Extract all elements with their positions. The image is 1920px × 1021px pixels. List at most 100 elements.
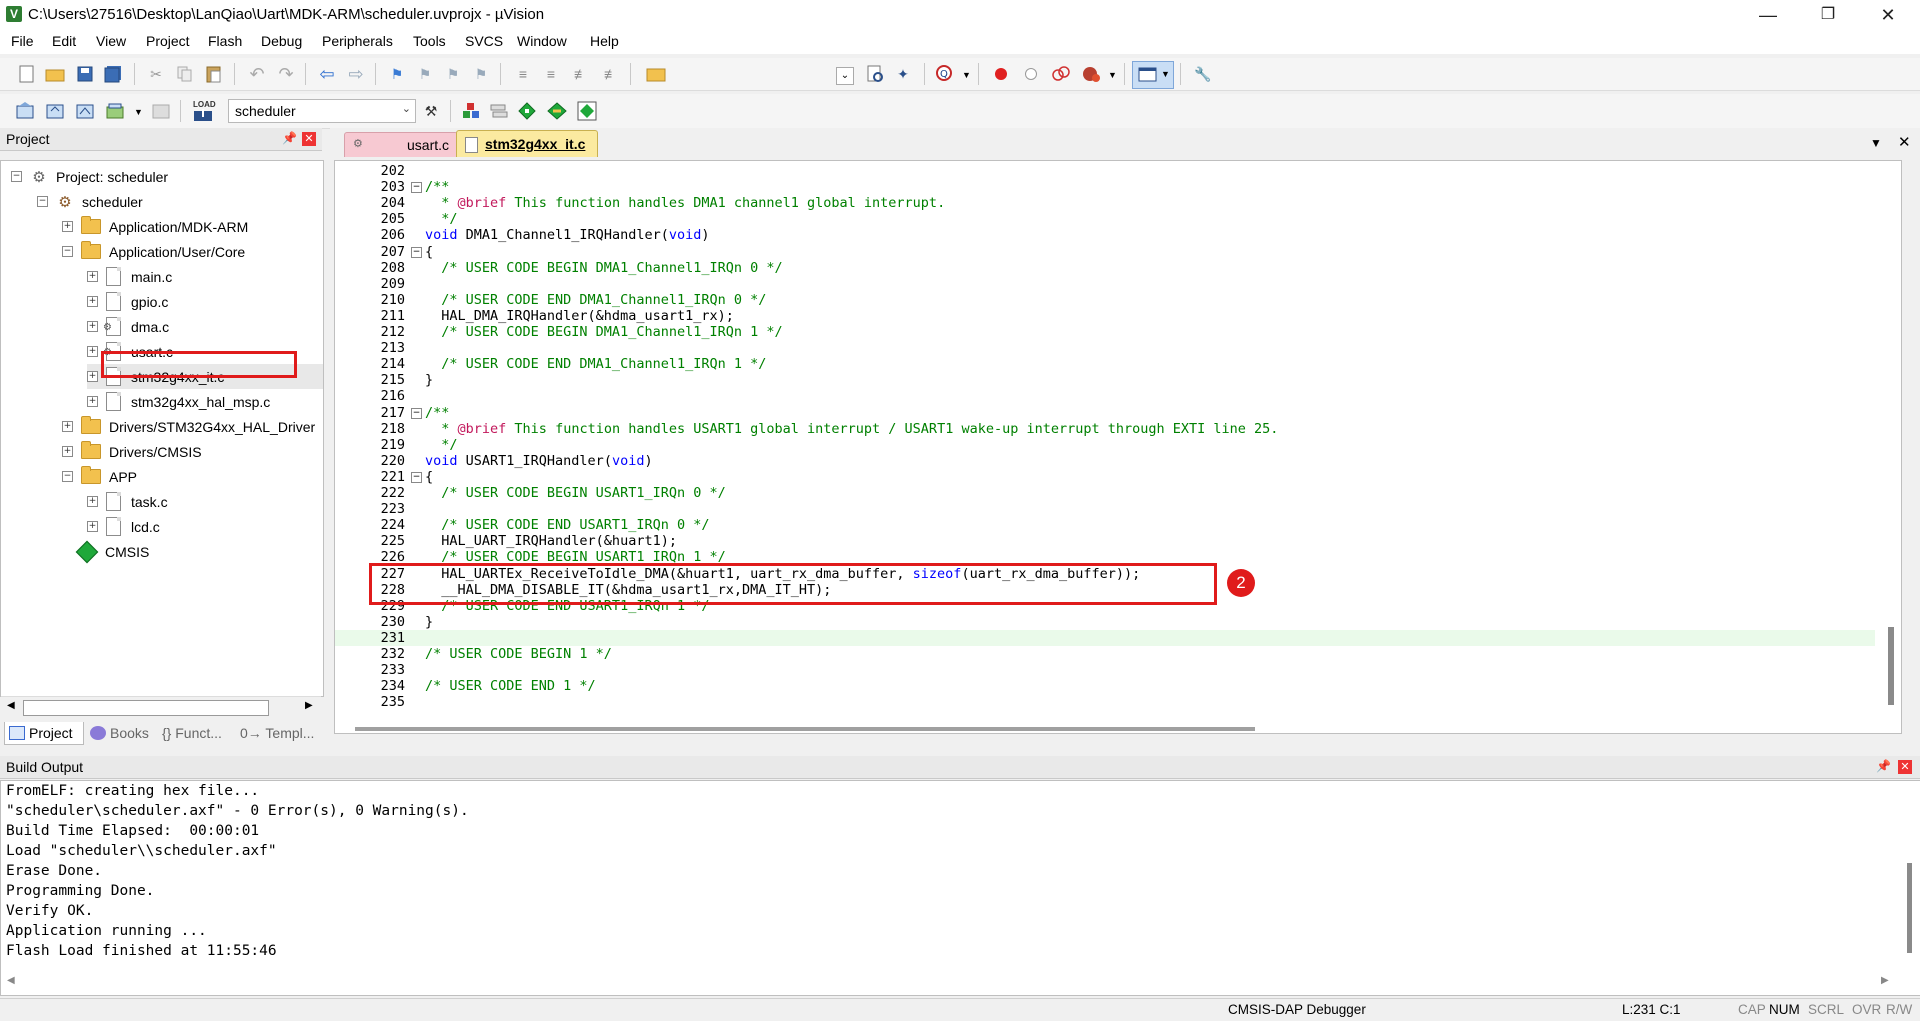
expand-icon[interactable]: + (87, 296, 98, 307)
pin-icon[interactable]: 📌 (1876, 759, 1891, 773)
enable-breakpoint-icon[interactable] (1020, 63, 1042, 85)
menu-view[interactable]: View (96, 33, 126, 49)
menu-peripherals[interactable]: Peripherals (322, 33, 393, 49)
comment-icon[interactable]: ≢ (570, 63, 592, 85)
tab-functions[interactable]: {} Funct... (162, 722, 238, 744)
code-line[interactable]: 206 void DMA1_Channel1_IRQHandler(void) (335, 227, 1875, 243)
menu-help[interactable]: Help (590, 33, 619, 49)
menu-svcs[interactable]: SVCS (465, 33, 503, 49)
expand-icon[interactable]: + (87, 371, 98, 382)
menu-flash[interactable]: Flash (208, 33, 242, 49)
code-line[interactable]: 211 HAL_DMA_IRQHandler(&hdma_usart1_rx); (335, 308, 1875, 324)
breakpoint-dropdown-icon[interactable]: ▼ (1108, 70, 1117, 80)
collapse-icon[interactable]: − (11, 171, 22, 182)
tab-books[interactable]: Books (86, 722, 156, 744)
code-line[interactable]: 212 /* USER CODE BEGIN DMA1_Channel1_IRQ… (335, 324, 1875, 340)
find-combo-dropdown[interactable]: ⌄ (836, 67, 854, 85)
disable-all-breakpoints-icon[interactable] (1050, 63, 1072, 85)
pack-installer-icon[interactable] (576, 100, 598, 122)
debug-dropdown-icon[interactable]: ▼ (962, 70, 971, 80)
download-load-icon[interactable]: LOAD (190, 100, 216, 124)
close-panel-icon[interactable]: ✕ (1898, 760, 1912, 774)
code-line[interactable]: 225 HAL_UART_IRQHandler(&huart1); (335, 533, 1875, 549)
batch-build-dropdown-icon[interactable]: ▼ (134, 107, 143, 117)
code-line[interactable]: 207−{ (335, 244, 1875, 260)
expand-icon[interactable]: + (87, 396, 98, 407)
window-layout-button[interactable]: ▼ (1132, 61, 1174, 89)
tree-item-group[interactable]: + Application/MDK-ARM (62, 214, 248, 239)
unindent-icon[interactable]: ≡ (540, 63, 562, 85)
fold-toggle-icon[interactable]: − (411, 182, 422, 194)
expand-icon[interactable]: + (62, 421, 73, 432)
tab-templates[interactable]: 0→ Templ... (240, 722, 320, 744)
manage-project-items-icon[interactable] (460, 100, 482, 122)
code-line[interactable]: 210 /* USER CODE END DMA1_Channel1_IRQn … (335, 292, 1875, 308)
manage-run-time-environment-icon[interactable] (516, 100, 538, 122)
expand-icon[interactable]: + (87, 271, 98, 282)
tree-item-group[interactable]: − APP (62, 464, 137, 489)
code-line[interactable]: 230} (335, 614, 1875, 630)
rebuild-icon[interactable] (74, 100, 96, 122)
editor-vertical-scrollbar[interactable] (1888, 627, 1894, 705)
manage-multi-project-icon[interactable] (488, 100, 510, 122)
save-all-icon[interactable] (102, 63, 124, 85)
code-line[interactable]: 214 /* USER CODE END DMA1_Channel1_IRQn … (335, 356, 1875, 372)
close-editor-icon[interactable]: ✕ (1898, 133, 1911, 151)
code-line[interactable]: 208 /* USER CODE BEGIN DMA1_Channel1_IRQ… (335, 260, 1875, 276)
bookmark-prev-icon[interactable]: ⚑ (414, 63, 436, 85)
target-options-icon[interactable]: ⚒ (420, 100, 442, 122)
code-lines[interactable]: 202 203−/** 204 * @brief This function han… (335, 161, 1901, 721)
code-line[interactable]: 235 (335, 694, 1875, 710)
expand-icon[interactable]: + (87, 521, 98, 532)
output-vertical-scrollbar[interactable] (1907, 863, 1912, 953)
code-line[interactable]: 217−/** (335, 405, 1875, 421)
paste-icon[interactable] (203, 63, 225, 85)
debug-settings-icon[interactable]: ✦ (892, 63, 914, 85)
translate-icon[interactable] (14, 100, 36, 122)
insert-breakpoint-icon[interactable] (990, 63, 1012, 85)
minimize-button[interactable]: — (1740, 0, 1796, 30)
collapse-icon[interactable]: − (62, 246, 73, 257)
build-output-panel[interactable]: FromELF: creating hex file... "scheduler… (0, 780, 1920, 996)
code-line[interactable]: 234 /* USER CODE END 1 */ (335, 678, 1875, 694)
expand-icon[interactable]: + (62, 446, 73, 457)
code-line[interactable]: 223 (335, 501, 1875, 517)
tree-item-file[interactable]: + lcd.c (87, 514, 160, 539)
code-line[interactable]: 205 */ (335, 211, 1875, 227)
code-line[interactable]: 220 void USART1_IRQHandler(void) (335, 453, 1875, 469)
expand-icon[interactable]: + (87, 321, 98, 332)
menu-window[interactable]: Window (517, 33, 567, 49)
close-panel-icon[interactable]: ✕ (302, 132, 316, 146)
code-line[interactable]: 233 (335, 662, 1875, 678)
fold-toggle-icon[interactable]: − (411, 471, 422, 483)
code-line[interactable]: 215} (335, 372, 1875, 388)
code-line[interactable]: 216 (335, 388, 1875, 404)
save-icon[interactable] (74, 63, 96, 85)
code-line[interactable]: 204 * @brief This function handles DMA1 … (335, 195, 1875, 211)
redo-icon[interactable]: ↷ (275, 63, 297, 85)
code-line[interactable]: 221−{ (335, 469, 1875, 485)
bookmark-toggle-icon[interactable]: ⚑ (386, 63, 408, 85)
code-line[interactable]: 209 (335, 276, 1875, 292)
maximize-button[interactable]: ❐ (1800, 0, 1856, 30)
expand-icon[interactable]: + (87, 496, 98, 507)
indent-icon[interactable]: ≡ (512, 63, 534, 85)
menu-debug[interactable]: Debug (261, 33, 302, 49)
uncomment-icon[interactable]: ≢ (600, 63, 622, 85)
tree-item-file[interactable]: + gpio.c (87, 289, 168, 314)
pin-icon[interactable]: 📌 (282, 131, 297, 145)
tab-list-dropdown-icon[interactable]: ▼ (1870, 136, 1882, 150)
collapse-icon[interactable]: − (62, 471, 73, 482)
kill-all-breakpoints-icon[interactable] (1080, 63, 1102, 85)
configure-icon[interactable]: 🔧 (1192, 63, 1214, 85)
scroll-right-icon[interactable]: ▶ (1881, 975, 1889, 986)
code-line[interactable]: 219 */ (335, 437, 1875, 453)
code-line[interactable]: 218 * @brief This function handles USART… (335, 421, 1875, 437)
tab-stm32g4xx-it-c[interactable]: stm32g4xx_it.c (456, 130, 598, 157)
menu-file[interactable]: File (11, 33, 34, 49)
scrollbar-thumb[interactable] (23, 700, 269, 716)
tree-item-group[interactable]: − Application/User/Core (62, 239, 245, 264)
copy-icon[interactable] (174, 63, 196, 85)
tree-item-target[interactable]: − ⚙ scheduler (37, 189, 143, 214)
tree-item-project-root[interactable]: − ⚙ Project: scheduler (11, 164, 168, 189)
